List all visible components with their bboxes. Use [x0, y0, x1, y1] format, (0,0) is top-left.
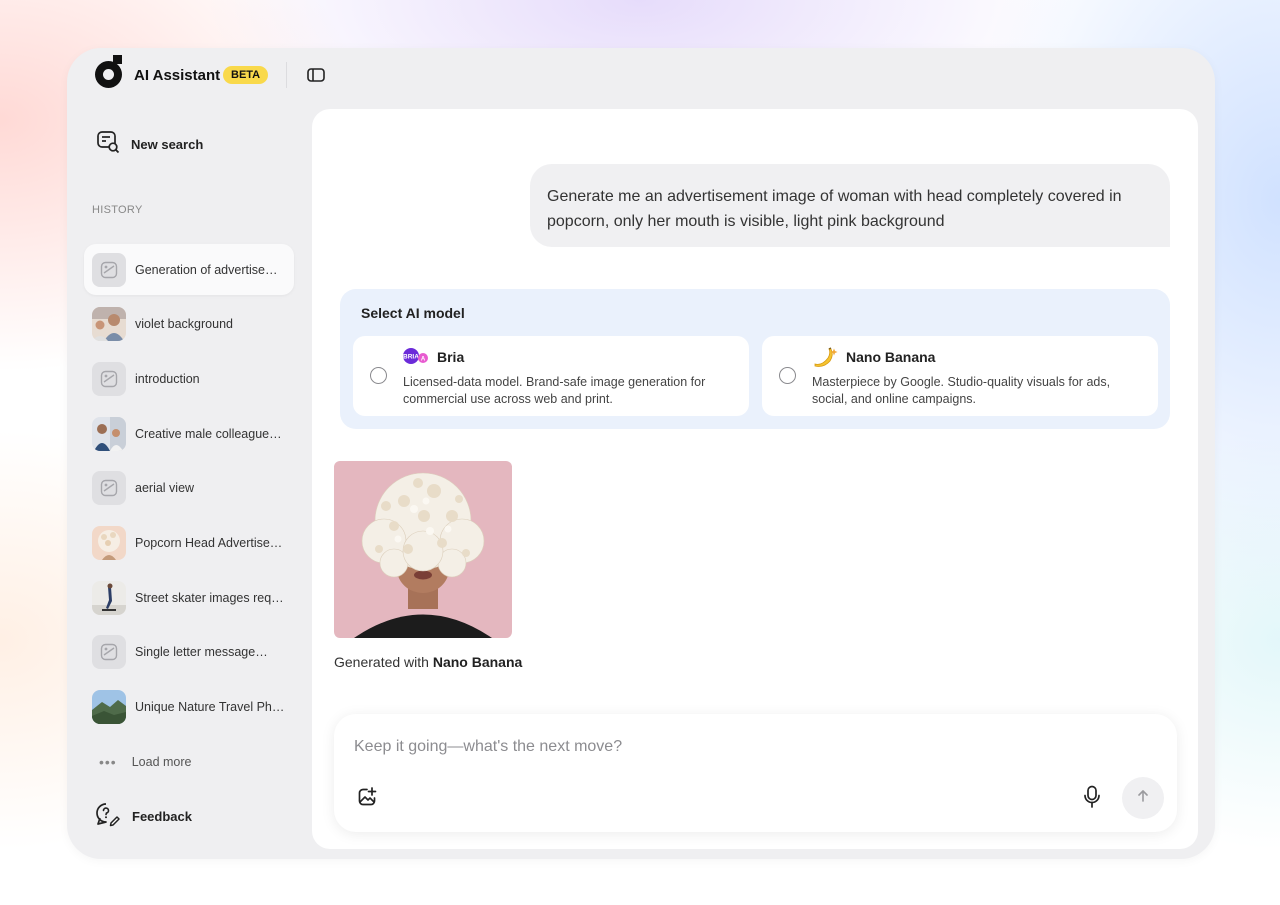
model-option-nano-banana[interactable]: Nano Banana Masterpiece by Google. Studi…	[762, 336, 1158, 416]
beta-badge: BETA	[223, 66, 269, 84]
history-item-label: Unique Nature Travel Ph…	[135, 700, 285, 714]
bria-logo-icon: BRIA A	[403, 347, 429, 365]
model-name: Bria	[437, 349, 465, 365]
app-logo	[95, 55, 123, 89]
image-placeholder-icon	[92, 252, 126, 287]
history-thumbnail	[92, 416, 126, 451]
history-thumbnail	[92, 690, 126, 724]
image-placeholder-icon	[92, 361, 126, 396]
generated-image[interactable]	[334, 461, 512, 638]
model-description: Masterpiece by Google. Studio-quality vi…	[812, 375, 1111, 406]
history-item[interactable]: Creative male colleague…	[84, 408, 294, 459]
model-radio[interactable]	[779, 367, 796, 384]
load-more-label: Load more	[131, 755, 192, 769]
model-selector: Select AI model BRIA A Bria Licensed-data…	[340, 289, 1170, 429]
app-window: AI Assistant BETA New search HISTORY Gen…	[67, 48, 1215, 859]
send-button[interactable]	[1122, 777, 1164, 819]
add-image-icon[interactable]	[357, 787, 377, 807]
new-search-label: New search	[131, 136, 204, 152]
svg-text:A: A	[421, 357, 426, 363]
new-search-icon	[95, 129, 121, 160]
model-radio[interactable]	[370, 367, 387, 384]
history-list: Generation of advertise… violet backgrou…	[84, 244, 294, 736]
prompt-input[interactable]	[354, 738, 1134, 756]
header-divider	[286, 62, 287, 88]
history-thumbnail	[92, 580, 126, 615]
banana-icon	[812, 347, 838, 367]
feedback-icon	[94, 801, 120, 832]
svg-text:BRIA: BRIA	[403, 354, 419, 361]
history-item-label: Single letter message…	[135, 645, 268, 660]
history-item[interactable]: Generation of advertise…	[84, 244, 294, 295]
history-thumbnail	[92, 307, 126, 342]
history-item[interactable]: Street skater images req…	[84, 572, 294, 623]
history-heading: HISTORY	[92, 204, 143, 216]
image-placeholder-icon	[92, 471, 126, 506]
generated-model-name: Nano Banana	[432, 654, 523, 670]
model-description: Licensed-data model. Brand-safe image ge…	[403, 375, 706, 406]
sidebar-toggle-icon[interactable]	[307, 67, 325, 83]
history-item[interactable]: introduction	[84, 353, 294, 404]
arrow-up-icon	[1136, 789, 1150, 808]
history-item-label: Creative male colleague…	[135, 426, 282, 441]
message-composer	[334, 714, 1177, 832]
history-item-label: introduction	[135, 371, 200, 386]
history-thumbnail	[92, 525, 126, 560]
history-item[interactable]: Single letter message…	[84, 627, 294, 678]
feedback-button[interactable]: Feedback	[94, 801, 192, 832]
model-option-bria[interactable]: BRIA A Bria Licensed-data model. Brand-sa…	[353, 336, 749, 416]
history-item[interactable]: violet background	[84, 299, 294, 350]
history-item-label: violet background	[135, 317, 233, 332]
history-item-label: aerial view	[135, 481, 195, 496]
image-placeholder-icon	[92, 635, 126, 670]
new-search-button[interactable]: New search	[95, 130, 203, 158]
history-item[interactable]: Unique Nature Travel Ph…	[84, 682, 294, 733]
generated-caption-prefix: Generated with	[334, 654, 429, 670]
model-selector-title: Select AI model	[361, 305, 465, 321]
generated-caption: Generated with Nano Banana	[334, 654, 522, 670]
app-title: AI Assistant	[134, 67, 221, 84]
feedback-label: Feedback	[132, 809, 192, 824]
history-item[interactable]: aerial view	[84, 463, 294, 514]
more-dots-icon: •••	[99, 754, 117, 770]
microphone-icon[interactable]	[1082, 785, 1102, 809]
history-item-label: Street skater images req…	[135, 590, 284, 605]
chat-panel: Generate me an advertisement image of wo…	[312, 109, 1198, 849]
history-item-label: Generation of advertise…	[135, 262, 278, 277]
history-item-label: Popcorn Head Advertise…	[135, 535, 283, 550]
load-more-button[interactable]: ••• Load more	[99, 754, 191, 770]
model-name: Nano Banana	[846, 349, 936, 365]
user-message-bubble: Generate me an advertisement image of wo…	[530, 164, 1170, 247]
history-item[interactable]: Popcorn Head Advertise…	[84, 517, 294, 568]
